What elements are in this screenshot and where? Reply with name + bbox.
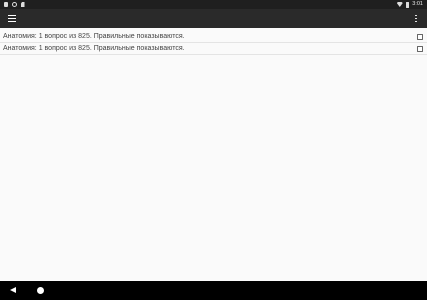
back-icon[interactable] (10, 287, 16, 293)
app-bar (0, 9, 427, 28)
sync-circle-icon (12, 2, 17, 7)
list-item-checkbox[interactable] (417, 45, 423, 52)
list-item-text: Анатомия: 1 вопрос из 825. Правильные по… (3, 45, 185, 52)
wifi-icon (396, 2, 403, 7)
hamburger-menu-icon[interactable] (8, 14, 16, 23)
status-left-icons (4, 2, 25, 7)
status-time: 3:01 (412, 0, 423, 7)
navigation-bar (0, 281, 427, 300)
list-item-text: Анатомия: 1 вопрос из 825. Правильные по… (3, 33, 185, 40)
sd-card-icon (21, 2, 25, 7)
notification-square-icon (4, 2, 8, 7)
screen: 3:01 Анатомия: 1 вопрос из 825. Правильн… (0, 0, 427, 300)
home-icon[interactable] (37, 287, 44, 294)
list-item[interactable]: Анатомия: 1 вопрос из 825. Правильные по… (0, 31, 427, 43)
battery-icon (405, 1, 410, 8)
status-right-icons: 3:01 (396, 0, 423, 8)
list-item-checkbox[interactable] (417, 33, 423, 40)
list-item[interactable]: Анатомия: 1 вопрос из 825. Правильные по… (0, 43, 427, 55)
question-list: Анатомия: 1 вопрос из 825. Правильные по… (0, 31, 427, 55)
status-bar: 3:01 (0, 0, 427, 9)
more-vert-icon[interactable] (413, 14, 419, 23)
